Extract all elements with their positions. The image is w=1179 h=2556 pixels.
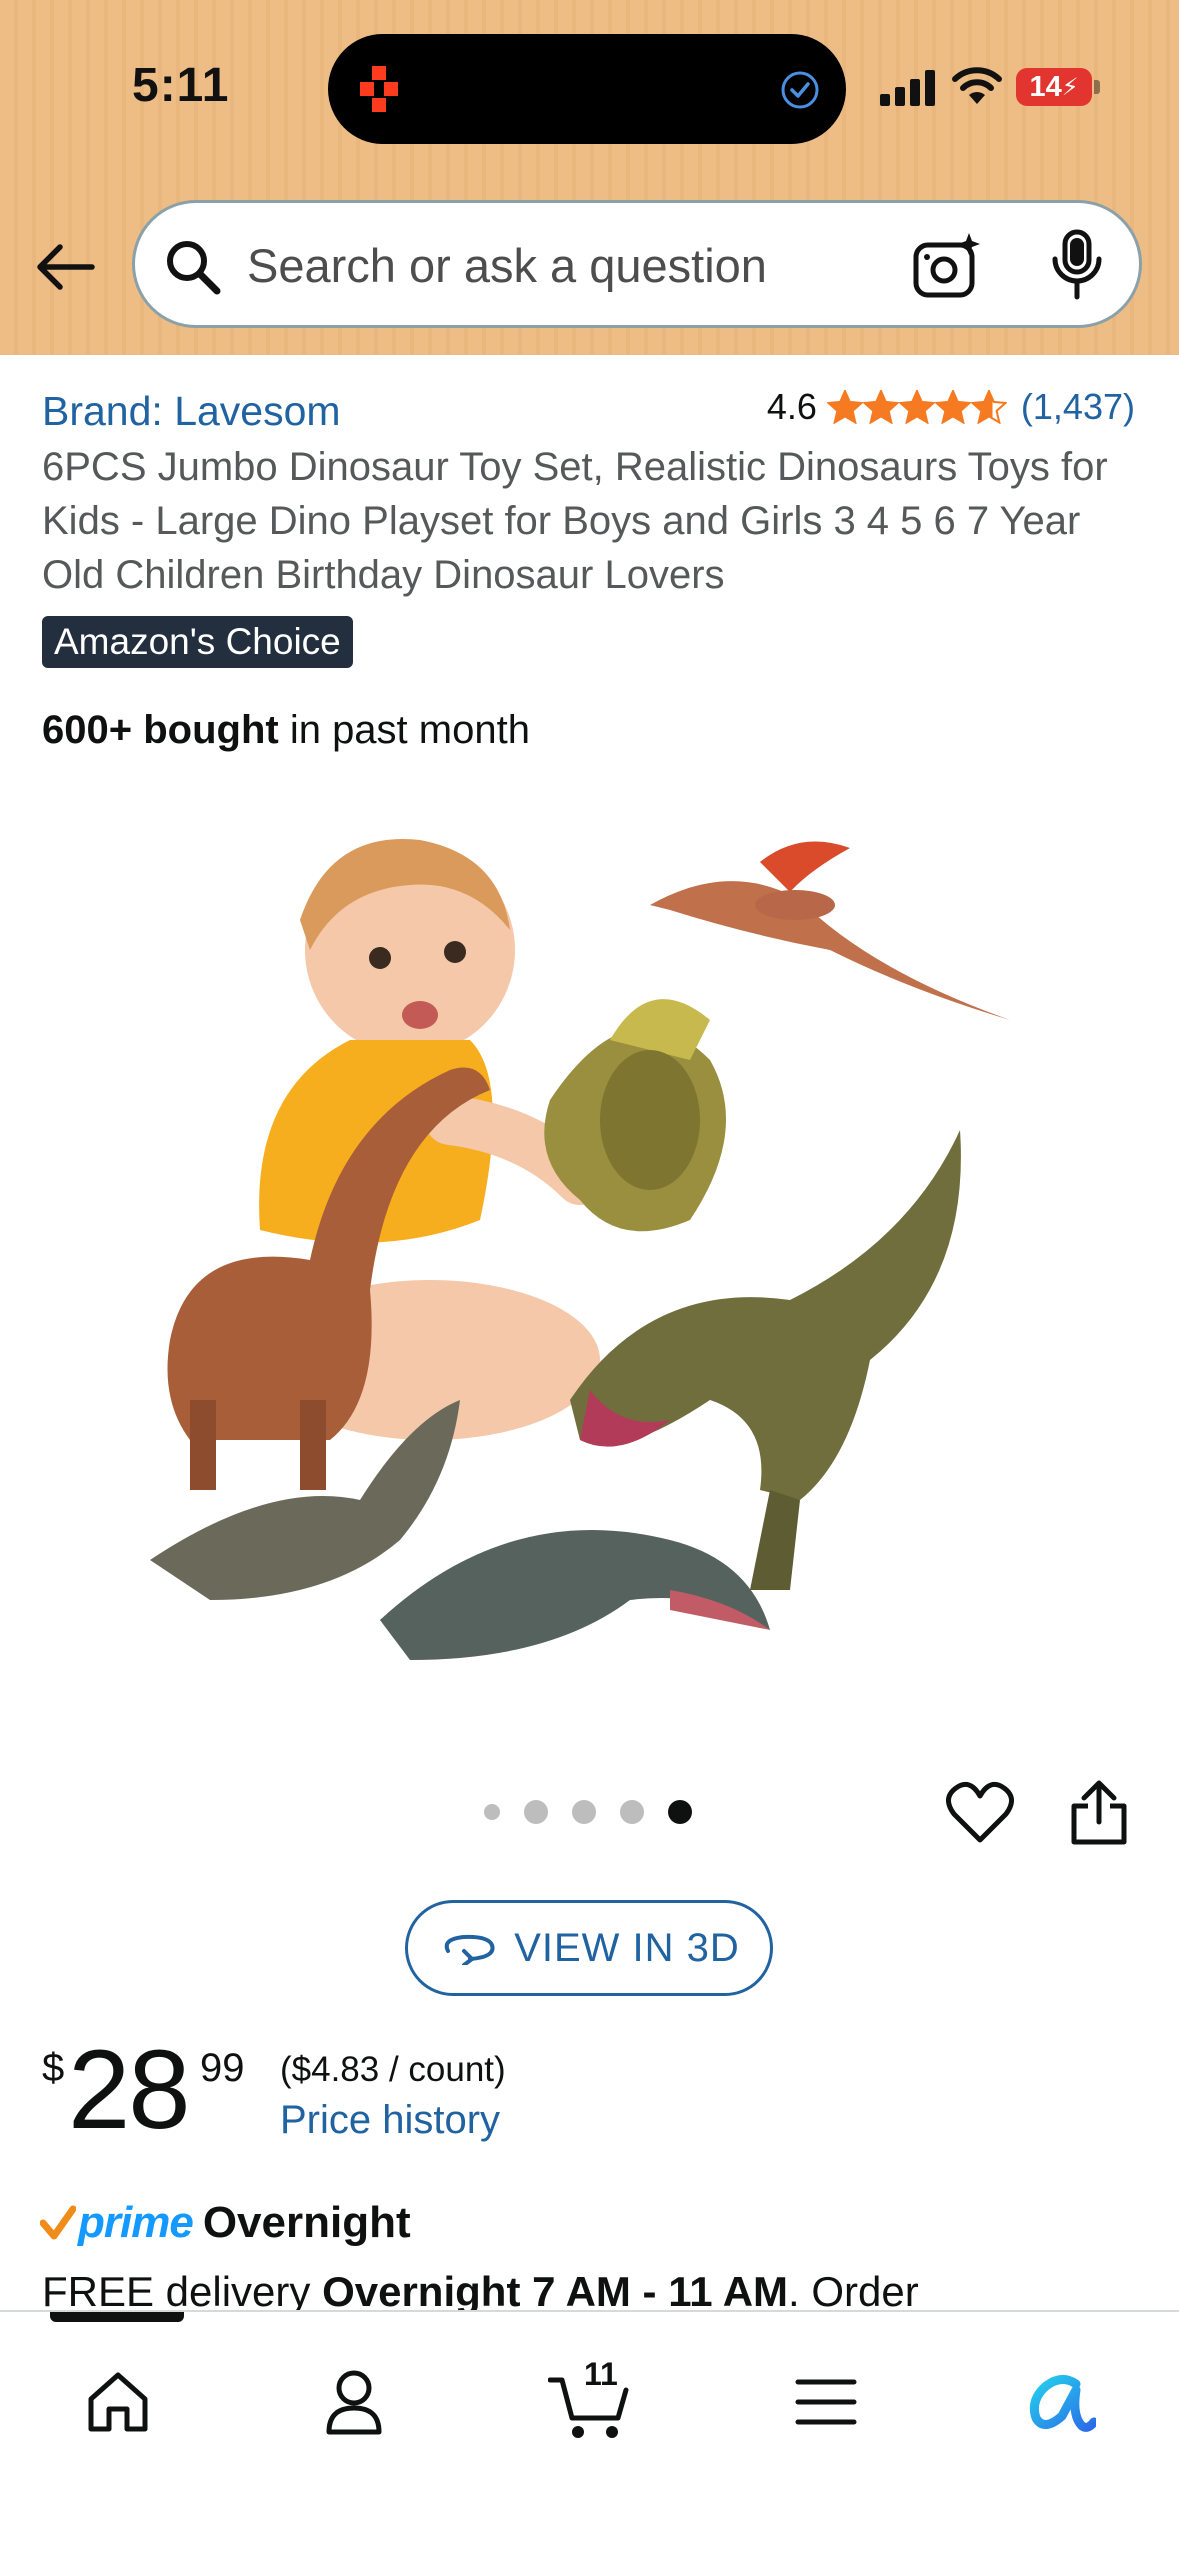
amazons-choice-badge: Amazon's Choice bbox=[42, 616, 353, 668]
carousel-dot[interactable] bbox=[572, 1800, 596, 1824]
delivery-text-start: FREE delivery bbox=[42, 2268, 323, 2315]
bought-count: 600+ bought in past month bbox=[42, 708, 530, 753]
dynamic-island bbox=[328, 34, 846, 144]
tab-account[interactable] bbox=[304, 2352, 404, 2452]
rating-count[interactable]: (1,437) bbox=[1021, 386, 1135, 428]
back-arrow-icon bbox=[37, 244, 95, 290]
bottom-tab-bar: 11 bbox=[0, 2310, 1179, 2556]
view-in-3d-button[interactable]: VIEW IN 3D bbox=[405, 1900, 773, 1996]
tab-rufus[interactable] bbox=[1010, 2352, 1110, 2452]
cart-count: 11 bbox=[584, 2356, 618, 2392]
brand-link[interactable]: Brand: Lavesom bbox=[42, 388, 341, 435]
carousel-dot[interactable] bbox=[524, 1800, 548, 1824]
price-currency: $ bbox=[42, 2046, 65, 2090]
status-time: 5:11 bbox=[132, 59, 230, 112]
search-input[interactable] bbox=[247, 233, 887, 297]
active-tab-indicator bbox=[50, 2312, 184, 2322]
prime-delivery-badge: prime Overnight bbox=[40, 2198, 411, 2248]
microphone-icon[interactable] bbox=[1049, 229, 1105, 301]
bought-count-rest: in past month bbox=[278, 708, 530, 752]
star-icon bbox=[970, 390, 1007, 424]
product-title: 6PCS Jumbo Dinosaur Toy Set, Realistic D… bbox=[42, 445, 1108, 597]
share-icon[interactable] bbox=[1070, 1778, 1128, 1846]
home-icon bbox=[88, 2372, 148, 2432]
image-carousel-dots[interactable] bbox=[484, 1800, 716, 1824]
rufus-assistant-icon bbox=[1029, 2375, 1096, 2432]
user-icon bbox=[326, 2370, 382, 2435]
battery-indicator: 14 ⚡ bbox=[1016, 68, 1092, 106]
tab-menu[interactable] bbox=[776, 2352, 876, 2452]
prime-label: prime bbox=[78, 2198, 194, 2247]
camera-search-icon[interactable] bbox=[913, 233, 981, 299]
view-in-3d-label: VIEW IN 3D bbox=[514, 1925, 740, 1970]
rotate-3d-icon bbox=[444, 1934, 495, 1965]
carousel-dot[interactable] bbox=[620, 1800, 644, 1824]
star-icon bbox=[826, 390, 863, 424]
carousel-dot[interactable] bbox=[484, 1804, 500, 1820]
delivery-window: Overnight 7 AM - 11 AM bbox=[322, 2268, 789, 2315]
price-history-link[interactable]: Price history bbox=[280, 2098, 500, 2143]
tab-home[interactable] bbox=[68, 2352, 168, 2452]
hamburger-menu-icon bbox=[795, 2379, 857, 2425]
cellular-signal-icon bbox=[880, 70, 935, 106]
price-fraction: 99 bbox=[200, 2046, 245, 2090]
carousel-dot[interactable] bbox=[668, 1800, 692, 1824]
wishlist-heart-icon[interactable] bbox=[946, 1780, 1014, 1846]
rating-summary[interactable]: 4.6 (1,437) bbox=[767, 386, 1135, 428]
back-button[interactable] bbox=[30, 232, 100, 302]
wifi-icon bbox=[952, 67, 1002, 104]
bought-count-bold: 600+ bought bbox=[42, 708, 279, 752]
battery-level: 14 bbox=[1029, 70, 1062, 103]
verified-check-icon bbox=[781, 71, 819, 109]
price-whole: 28 bbox=[68, 2027, 191, 2152]
star-rating bbox=[826, 390, 1007, 424]
delivery-info: FREE delivery Overnight 7 AM - 11 AM. Or… bbox=[42, 2268, 919, 2316]
prime-check-icon bbox=[40, 2205, 76, 2240]
battery-cap bbox=[1094, 80, 1100, 94]
header: 5:11 14 ⚡ bbox=[0, 0, 1179, 355]
delivery-text-end: . Order bbox=[788, 2268, 919, 2315]
app-activity-icon bbox=[360, 66, 398, 112]
prime-speed: Overnight bbox=[202, 2198, 411, 2247]
search-icon bbox=[167, 241, 221, 295]
rating-value: 4.6 bbox=[766, 386, 817, 427]
tab-cart[interactable]: 11 bbox=[540, 2352, 640, 2452]
star-icon bbox=[934, 390, 971, 424]
search-bar[interactable] bbox=[132, 200, 1142, 328]
star-icon bbox=[862, 390, 899, 424]
star-icon bbox=[898, 390, 935, 424]
unit-price: ($4.83 / count) bbox=[280, 2050, 506, 2089]
product-image[interactable] bbox=[150, 800, 1030, 1700]
